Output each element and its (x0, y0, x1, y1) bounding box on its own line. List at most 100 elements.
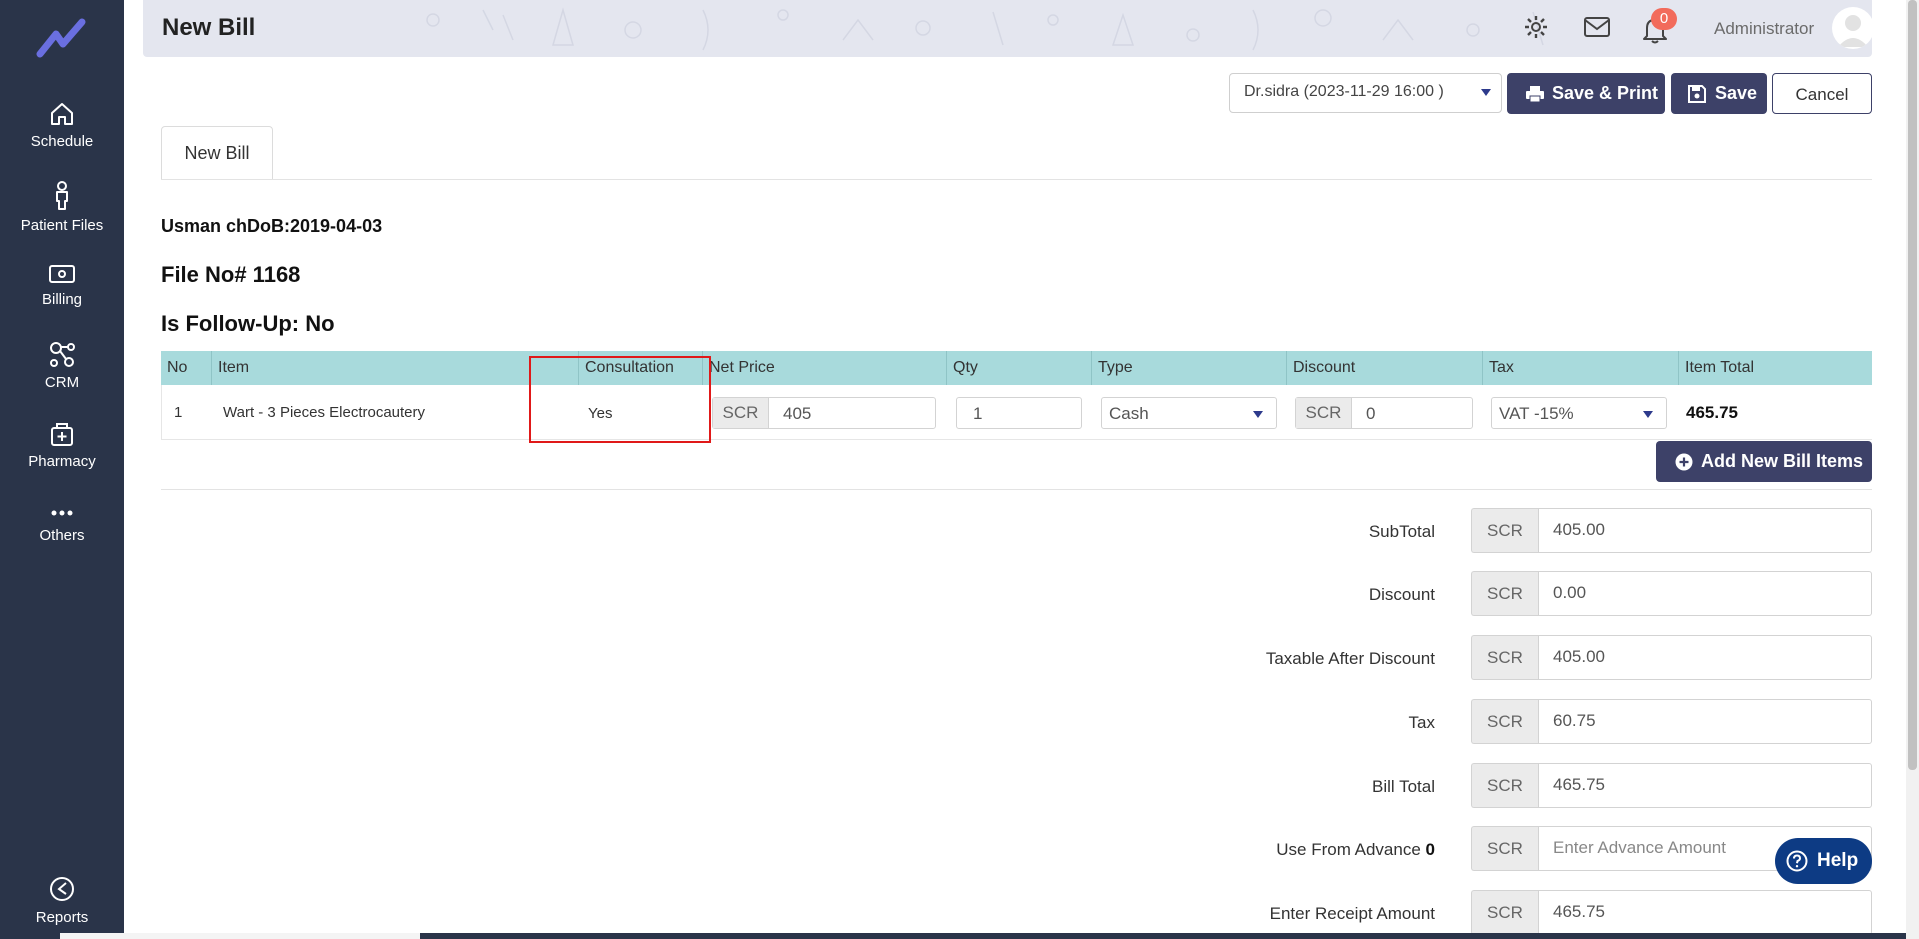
currency-addon: SCR (1471, 635, 1538, 680)
column-header-no: No (167, 359, 188, 376)
qty-input[interactable]: 1 (956, 397, 1082, 429)
use-from-advance-text: Use From Advance (1276, 840, 1421, 859)
column-header-type: Type (1091, 351, 1286, 385)
plus-circle-icon (1675, 453, 1693, 471)
column-header-tax: Tax (1482, 351, 1678, 385)
type-select[interactable]: Cash (1101, 397, 1277, 429)
patient-name-dob: Usman chDoB:2019-04-03 (161, 216, 383, 236)
avatar-icon (1838, 15, 1868, 47)
tab-divider (161, 179, 1872, 180)
follow-up-status: Is Follow-Up: No (161, 311, 335, 336)
crm-icon (50, 342, 75, 367)
sidebar-item-label: Others (39, 527, 85, 544)
sidebar-item-crm[interactable]: CRM (0, 340, 124, 391)
row-item-name: Wart - 3 Pieces Electrocautery (223, 404, 426, 421)
sidebar-item-label: Billing (41, 291, 83, 308)
cancel-button[interactable]: Cancel (1772, 73, 1872, 114)
header-pattern-decoration (426, 7, 1544, 51)
billing-icon (49, 265, 75, 283)
caret-down-icon (1643, 411, 1653, 418)
pharmacy-icon (51, 423, 73, 446)
table-row: 1 Wart - 3 Pieces Electrocautery Yes SCR… (161, 385, 1872, 440)
printer-icon (1526, 86, 1544, 103)
currency-addon: SCR (1471, 763, 1538, 808)
help-button[interactable]: Help (1775, 838, 1872, 884)
mail-icon[interactable] (1583, 16, 1611, 38)
use-from-advance-label: Use From Advance 0 (935, 840, 1435, 860)
sidebar-item-others[interactable]: Others (0, 505, 124, 544)
taxable-after-discount-label: Taxable After Discount (1265, 649, 1435, 668)
tab-new-bill[interactable]: New Bill (161, 126, 273, 180)
tax-label: Tax (1408, 713, 1435, 732)
currency-addon: SCR (1471, 699, 1538, 744)
gear-icon[interactable] (1523, 14, 1549, 40)
net-price-input[interactable]: SCR 405 (712, 397, 936, 429)
add-new-bill-items-button[interactable]: Add New Bill Items (1656, 441, 1872, 482)
column-header-item-total: Item Total (1678, 351, 1872, 385)
sidebar-item-label: Reports (35, 909, 89, 926)
user-name[interactable]: Administrator (1714, 19, 1814, 39)
advance-balance: 0 (1425, 840, 1435, 859)
caret-down-icon (1253, 411, 1263, 418)
reports-icon (50, 877, 74, 901)
add-new-bill-items-label: Add New Bill Items (1701, 451, 1864, 471)
taxable-after-discount-field[interactable]: 405.00 (1538, 635, 1872, 680)
column-header-item: Item (211, 351, 578, 385)
sidebar-item-label: CRM (44, 374, 80, 391)
sidebar-item-billing[interactable]: Billing (0, 263, 124, 308)
currency-addon: SCR (1471, 571, 1538, 616)
sidebar-item-reports[interactable]: Reports (0, 875, 124, 926)
bill-total-field[interactable]: 465.75 (1538, 763, 1872, 808)
help-label: Help (1817, 850, 1859, 871)
sidebar-item-pharmacy[interactable]: Pharmacy (0, 421, 124, 470)
save-print-button[interactable]: Save & Print (1507, 73, 1665, 114)
person-icon (56, 181, 68, 210)
qty-value: 1 (973, 404, 983, 423)
net-price-value: 405 (783, 404, 812, 423)
discount-label: Discount (1368, 585, 1435, 604)
save-button[interactable]: Save (1671, 73, 1767, 114)
discount-input[interactable]: SCR 0 (1295, 397, 1473, 429)
vertical-scrollbar[interactable] (1906, 0, 1919, 939)
tax-select[interactable]: VAT -15% (1491, 397, 1667, 429)
column-header-discount: Discount (1286, 351, 1482, 385)
currency-addon: SCR (713, 398, 769, 428)
annotation-highlight-box (529, 356, 711, 443)
file-number: File No# 1168 (161, 262, 301, 287)
more-icon (51, 510, 73, 516)
avatar[interactable] (1832, 7, 1872, 49)
caret-down-icon (1481, 89, 1491, 96)
receipt-amount-label: Enter Receipt Amount (1269, 904, 1435, 923)
bill-total-label: Bill Total (1372, 777, 1435, 796)
scrollbar-thumb[interactable] (1908, 0, 1917, 770)
page-title: New Bill (162, 14, 256, 41)
sidebar-item-label: Schedule (30, 133, 94, 150)
discount-total-field[interactable]: 0.00 (1538, 571, 1872, 616)
discount-value: 0 (1366, 404, 1376, 423)
bill-items-table-header: No Item Consultation Net Price Qty Type … (161, 351, 1872, 385)
sidebar-item-label: Pharmacy (28, 453, 96, 470)
notification-badge: 0 (1651, 8, 1677, 30)
save-print-label: Save & Print (1552, 83, 1659, 103)
receipt-amount-field[interactable]: 465.75 (1538, 890, 1872, 935)
subtotal-label: SubTotal (1368, 522, 1435, 541)
currency-addon: SCR (1471, 508, 1538, 553)
currency-addon: SCR (1471, 890, 1538, 935)
subtotal-field[interactable]: 405.00 (1538, 508, 1872, 553)
currency-addon: SCR (1471, 826, 1538, 871)
app-logo-icon[interactable] (36, 14, 86, 60)
sidebar-item-schedule[interactable]: Schedule (0, 101, 124, 150)
question-circle-icon (1786, 850, 1808, 872)
top-header: New Bill 0 Administrator (143, 0, 1872, 57)
column-header-net-price: Net Price (702, 351, 946, 385)
sidebar-item-patient-files[interactable]: Patient Files (0, 181, 124, 234)
type-value: Cash (1109, 404, 1149, 423)
row-item-total: 465.75 (1686, 403, 1738, 422)
sidebar: Schedule Patient Files Billing CRM Pharm… (0, 0, 124, 939)
bottom-strip-light (60, 933, 420, 939)
tax-total-field[interactable]: 60.75 (1538, 699, 1872, 744)
currency-addon: SCR (1296, 398, 1352, 428)
home-icon (51, 103, 73, 125)
section-divider (161, 489, 1872, 490)
doctor-select[interactable]: Dr.sidra (2023-11-29 16:00 ) (1229, 73, 1502, 113)
